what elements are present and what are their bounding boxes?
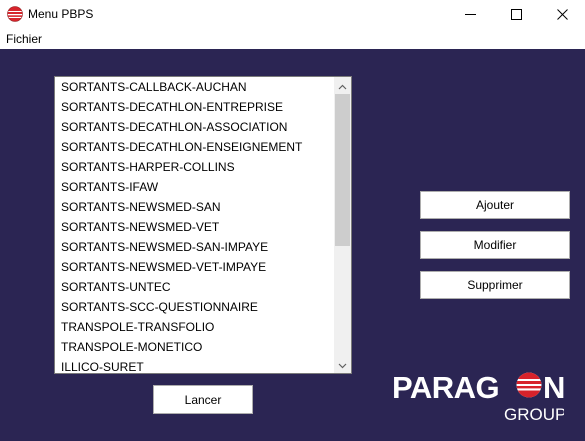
scroll-thumb[interactable] <box>335 94 350 246</box>
list-item[interactable]: SORTANTS-SCC-QUESTIONNAIRE <box>55 297 335 317</box>
list-item[interactable]: SORTANTS-CALLBACK-AUCHAN <box>55 77 335 97</box>
list-item[interactable]: SORTANTS-UNTEC <box>55 277 335 297</box>
maximize-icon <box>510 9 522 20</box>
list-item[interactable]: TRANSPOLE-MONETICO <box>55 337 335 357</box>
scroll-down-button[interactable] <box>334 356 351 373</box>
close-button[interactable] <box>539 0 585 29</box>
list-item[interactable]: TRANSPOLE-TRANSFOLIO <box>55 317 335 337</box>
list-item[interactable]: SORTANTS-DECATHLON-ENTREPRISE <box>55 97 335 117</box>
list-item[interactable]: SORTANTS-IFAW <box>55 177 335 197</box>
paragon-ball-icon <box>7 6 23 22</box>
list-item[interactable]: SORTANTS-NEWSMED-VET <box>55 217 335 237</box>
chevron-down-icon <box>338 356 347 374</box>
menu-fichier[interactable]: Fichier <box>6 32 42 46</box>
campaign-list: SORTANTS-CALLBACK-AUCHAN SORTANTS-DECATH… <box>55 77 335 373</box>
logo-text-before: PARAG <box>392 370 499 405</box>
list-item[interactable]: SORTANTS-NEWSMED-VET-IMPAYE <box>55 257 335 277</box>
list-item[interactable]: SORTANTS-NEWSMED-SAN <box>55 197 335 217</box>
maximize-button[interactable] <box>493 0 539 29</box>
list-item[interactable]: SORTANTS-DECATHLON-ENSEIGNEMENT <box>55 137 335 157</box>
list-item[interactable]: SORTANTS-DECATHLON-ASSOCIATION <box>55 117 335 137</box>
campaign-listbox[interactable]: SORTANTS-CALLBACK-AUCHAN SORTANTS-DECATH… <box>54 76 352 374</box>
menu-bar: Fichier <box>0 29 585 48</box>
logo-subtitle: GROUP <box>504 405 564 424</box>
delete-button[interactable]: Supprimer <box>420 271 570 299</box>
close-icon <box>556 9 568 20</box>
chevron-up-icon <box>338 77 347 95</box>
window-title: Menu PBPS <box>28 7 94 21</box>
list-item[interactable]: SORTANTS-NEWSMED-SAN-IMPAYE <box>55 237 335 257</box>
paragon-logo: PARAG N GROUP <box>392 367 566 425</box>
list-scrollbar[interactable] <box>334 77 351 373</box>
minimize-button[interactable] <box>447 0 493 29</box>
launch-button[interactable]: Lancer <box>153 385 253 414</box>
list-item[interactable]: ILLICO-SURET <box>55 357 335 373</box>
list-item[interactable]: SORTANTS-HARPER-COLLINS <box>55 157 335 177</box>
add-button[interactable]: Ajouter <box>420 191 570 219</box>
minimize-icon <box>464 9 476 20</box>
logo-text-after: N <box>543 370 564 405</box>
edit-button[interactable]: Modifier <box>420 231 570 259</box>
title-bar[interactable]: Menu PBPS <box>0 0 585 29</box>
scroll-up-button[interactable] <box>334 77 351 94</box>
app-window: Menu PBPS Fichier SORTANTS-CALLBACK-AUCH… <box>0 0 585 441</box>
